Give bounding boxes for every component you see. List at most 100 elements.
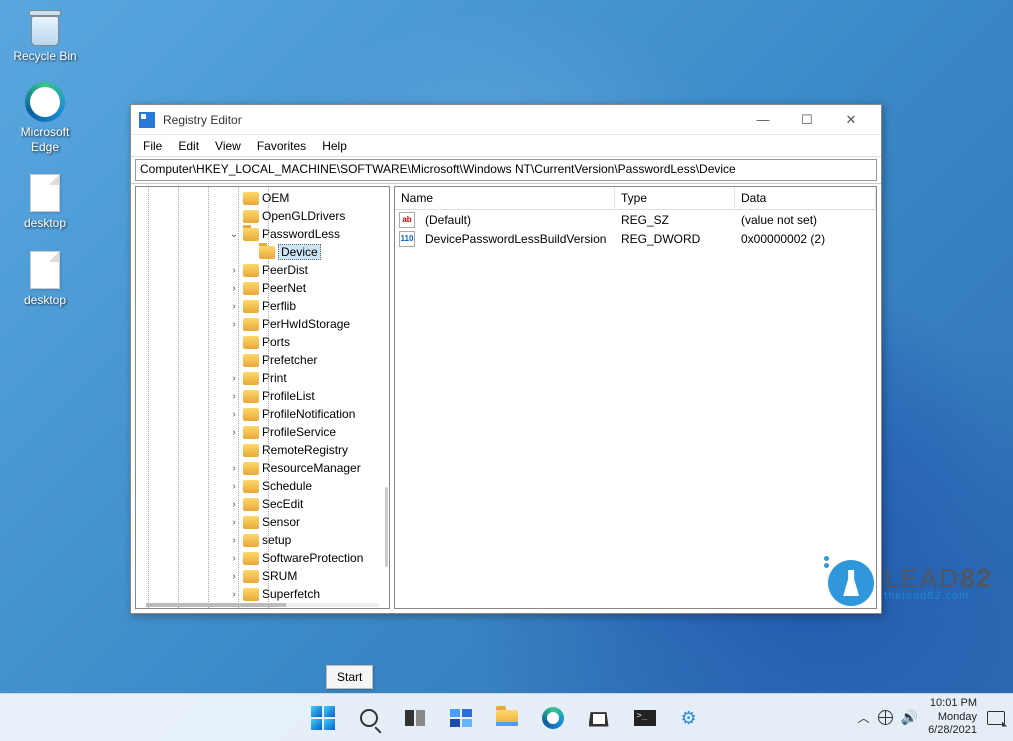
list-pane[interactable]: Name Type Data ab(Default)REG_SZ(value n… bbox=[394, 186, 877, 609]
clock[interactable]: 10:01 PM Monday 6/28/2021 bbox=[928, 697, 977, 738]
clock-day: Monday bbox=[928, 711, 977, 725]
file-icon bbox=[24, 172, 66, 214]
list-header: Name Type Data bbox=[395, 187, 876, 210]
notifications-button[interactable] bbox=[987, 711, 1005, 725]
tree-item[interactable]: ›ProfileService bbox=[226, 423, 389, 441]
folder-icon bbox=[243, 336, 259, 349]
regedit-icon bbox=[139, 112, 155, 128]
desktop-icon-label: Recycle Bin bbox=[5, 49, 85, 63]
start-tooltip: Start bbox=[326, 665, 373, 689]
start-button[interactable] bbox=[303, 698, 343, 738]
menubar: File Edit View Favorites Help bbox=[131, 135, 881, 157]
tree-item[interactable]: ›Sensor bbox=[226, 513, 389, 531]
titlebar[interactable]: Registry Editor — ☐ ✕ bbox=[131, 105, 881, 135]
gear-icon bbox=[681, 708, 701, 728]
folder-icon bbox=[243, 552, 259, 565]
close-button[interactable]: ✕ bbox=[829, 105, 873, 135]
tree-item[interactable]: ›ProfileNotification bbox=[226, 405, 389, 423]
desktop-icon-label: Microsoft Edge bbox=[5, 125, 85, 154]
string-value-icon: ab bbox=[399, 212, 415, 228]
maximize-button[interactable]: ☐ bbox=[785, 105, 829, 135]
tree-pane[interactable]: OEMOpenGLDrivers⌄PasswordLessDevice›Peer… bbox=[135, 186, 390, 609]
window-controls: — ☐ ✕ bbox=[741, 105, 873, 135]
recycle-bin-icon bbox=[24, 5, 66, 47]
clock-date: 6/28/2021 bbox=[928, 724, 977, 738]
folder-icon bbox=[243, 480, 259, 493]
tree-item[interactable]: ›Schedule bbox=[226, 477, 389, 495]
menu-edit[interactable]: Edit bbox=[170, 137, 207, 155]
folder-icon bbox=[243, 300, 259, 313]
explorer-button[interactable] bbox=[487, 698, 527, 738]
edge-button[interactable] bbox=[533, 698, 573, 738]
cell-name: DevicePasswordLessBuildVersion bbox=[419, 232, 615, 246]
desktop-icon-label: desktop bbox=[5, 216, 85, 230]
cell-data: 0x00000002 (2) bbox=[735, 232, 876, 246]
store-button[interactable] bbox=[579, 698, 619, 738]
terminal-button[interactable] bbox=[625, 698, 665, 738]
tree-item[interactable]: RemoteRegistry bbox=[226, 441, 389, 459]
menu-favorites[interactable]: Favorites bbox=[249, 137, 314, 155]
cell-name: (Default) bbox=[419, 213, 615, 227]
desktop-icon-edge[interactable]: Microsoft Edge bbox=[5, 81, 85, 154]
search-button[interactable] bbox=[349, 698, 389, 738]
tree-item[interactable]: ›Perflib bbox=[226, 297, 389, 315]
folder-icon bbox=[243, 516, 259, 529]
address-bar[interactable]: Computer\HKEY_LOCAL_MACHINE\SOFTWARE\Mic… bbox=[135, 159, 877, 181]
network-icon[interactable] bbox=[878, 710, 893, 725]
tree-scrollbar[interactable] bbox=[385, 487, 388, 567]
folder-icon bbox=[496, 710, 518, 726]
folder-icon bbox=[243, 228, 259, 241]
tree-item[interactable]: ›ResourceManager bbox=[226, 459, 389, 477]
column-type[interactable]: Type bbox=[615, 187, 735, 209]
folder-icon bbox=[243, 354, 259, 367]
taskview-button[interactable] bbox=[395, 698, 435, 738]
tree-item[interactable]: OEM bbox=[226, 189, 389, 207]
list-row[interactable]: 110DevicePasswordLessBuildVersionREG_DWO… bbox=[395, 229, 876, 248]
menu-help[interactable]: Help bbox=[314, 137, 355, 155]
cell-type: REG_DWORD bbox=[615, 232, 735, 246]
tree-item[interactable]: ›ProfileList bbox=[226, 387, 389, 405]
folder-icon bbox=[243, 426, 259, 439]
desktop-icon-recycle-bin[interactable]: Recycle Bin bbox=[5, 5, 85, 63]
settings-app-button[interactable] bbox=[671, 698, 711, 738]
desktop-icons: Recycle Bin Microsoft Edge desktop deskt… bbox=[5, 5, 85, 325]
tree-item[interactable]: ›PeerDist bbox=[226, 261, 389, 279]
watermark-logo-icon bbox=[828, 560, 874, 606]
tree-item[interactable]: ›SecEdit bbox=[226, 495, 389, 513]
column-data[interactable]: Data bbox=[735, 187, 876, 209]
watermark-brand: LEAD82 bbox=[884, 565, 993, 591]
folder-icon bbox=[243, 282, 259, 295]
volume-icon[interactable]: 🔊 bbox=[901, 709, 918, 726]
folder-icon bbox=[243, 462, 259, 475]
tree-item[interactable]: ›SoftwareProtection bbox=[226, 549, 389, 567]
desktop-icon-file[interactable]: desktop bbox=[5, 172, 85, 230]
clock-time: 10:01 PM bbox=[928, 697, 977, 711]
tree-hscrollbar[interactable] bbox=[146, 603, 379, 607]
folder-icon bbox=[243, 570, 259, 583]
tree-item[interactable]: ⌄PasswordLess bbox=[226, 225, 389, 243]
tree-item[interactable]: OpenGLDrivers bbox=[226, 207, 389, 225]
tree-item[interactable]: Prefetcher bbox=[226, 351, 389, 369]
tree-item[interactable]: ›SRUM bbox=[226, 567, 389, 585]
edge-icon bbox=[24, 81, 66, 123]
tree-item[interactable]: ›Superfetch bbox=[226, 585, 389, 603]
registry-editor-window: Registry Editor — ☐ ✕ File Edit View Fav… bbox=[130, 104, 882, 614]
tree-item[interactable]: ›Print bbox=[226, 369, 389, 387]
content-area: OEMOpenGLDrivers⌄PasswordLessDevice›Peer… bbox=[131, 183, 881, 613]
widgets-button[interactable] bbox=[441, 698, 481, 738]
folder-icon bbox=[259, 246, 275, 259]
widgets-icon bbox=[450, 709, 472, 727]
file-icon bbox=[24, 249, 66, 291]
tree-item[interactable]: ›PerHwIdStorage bbox=[226, 315, 389, 333]
minimize-button[interactable]: — bbox=[741, 105, 785, 135]
search-icon bbox=[360, 709, 378, 727]
menu-view[interactable]: View bbox=[207, 137, 249, 155]
list-row[interactable]: ab(Default)REG_SZ(value not set) bbox=[395, 210, 876, 229]
desktop-icon-file[interactable]: desktop bbox=[5, 249, 85, 307]
column-name[interactable]: Name bbox=[395, 187, 615, 209]
tree-item[interactable]: ›PeerNet bbox=[226, 279, 389, 297]
tree-item[interactable]: Ports bbox=[226, 333, 389, 351]
menu-file[interactable]: File bbox=[135, 137, 170, 155]
tray-overflow-button[interactable]: ︿ bbox=[858, 709, 870, 726]
tree-item[interactable]: ›setup bbox=[226, 531, 389, 549]
